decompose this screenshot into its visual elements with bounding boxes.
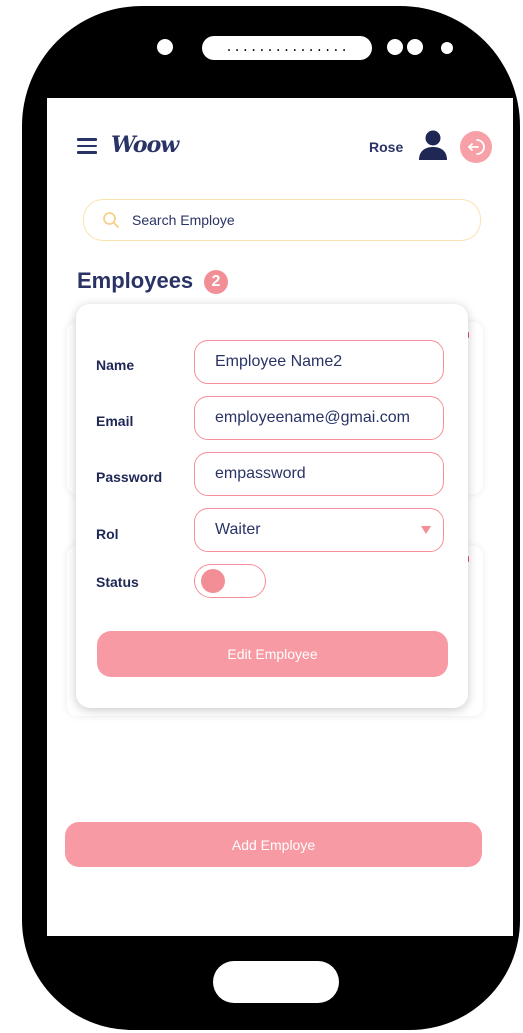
chevron-down-icon	[421, 526, 431, 534]
logout-icon	[468, 139, 485, 155]
password-field[interactable]	[194, 452, 444, 496]
employee-count-badge: 2	[204, 270, 228, 294]
search-input[interactable]	[130, 211, 434, 229]
status-toggle[interactable]	[194, 564, 266, 598]
status-label: Status	[96, 574, 139, 590]
toggle-knob	[201, 569, 225, 593]
name-field[interactable]	[194, 340, 444, 384]
password-label: Password	[96, 469, 163, 485]
password-input[interactable]	[215, 465, 435, 483]
name-label: Name	[96, 357, 135, 373]
role-select[interactable]: Waiter	[194, 508, 444, 552]
email-field[interactable]	[194, 396, 444, 440]
edit-employee-button[interactable]: Edit Employee	[97, 631, 448, 677]
camera-dot	[157, 39, 173, 55]
logout-button[interactable]	[460, 131, 492, 163]
add-employee-button[interactable]: Add Employe	[65, 822, 482, 867]
employees-title: Employees	[77, 268, 194, 293]
user-avatar-icon[interactable]	[417, 129, 449, 161]
sensor-dot	[441, 42, 453, 54]
search-icon	[103, 212, 119, 228]
email-label: Email	[96, 413, 134, 429]
sensor-dot	[407, 39, 423, 55]
edit-employee-modal: Name Email Password Rol Waiter Status Ed…	[76, 304, 468, 708]
name-input[interactable]	[215, 353, 435, 371]
hamburger-menu-icon[interactable]	[77, 138, 97, 154]
app-screen: Woow Rose Employees 2 Name	[47, 98, 513, 936]
email-input[interactable]	[215, 409, 435, 427]
user-name: Rose	[369, 139, 404, 155]
speaker-grille: ...............	[202, 36, 372, 60]
app-logo: Woow	[111, 132, 179, 158]
role-selected-value: Waiter	[215, 521, 261, 538]
role-label: Rol	[96, 526, 119, 542]
sensor-dot	[387, 39, 403, 55]
search-bar[interactable]	[83, 199, 481, 241]
home-button[interactable]	[213, 961, 339, 1003]
